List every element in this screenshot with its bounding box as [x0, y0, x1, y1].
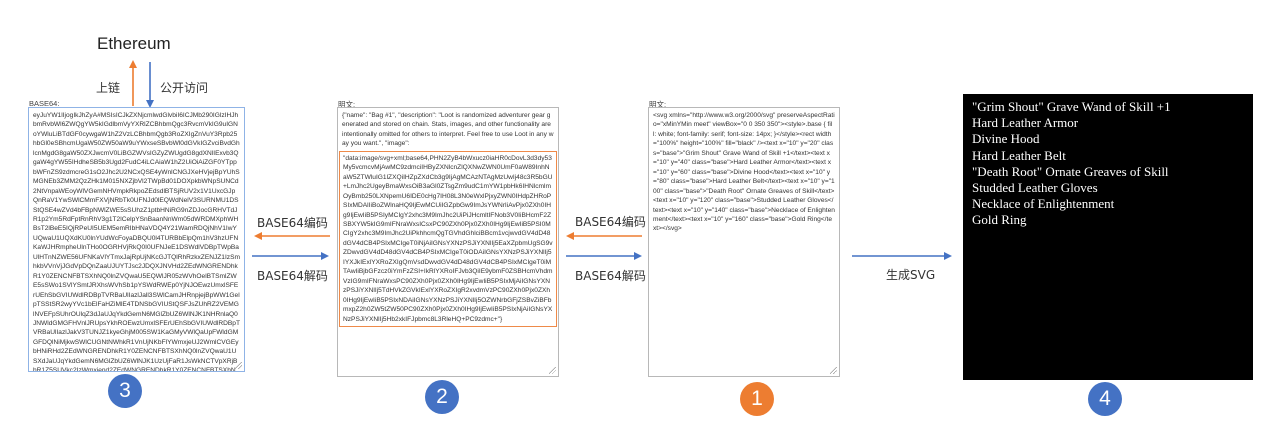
ethereum-title: Ethereum: [97, 34, 171, 53]
rendered-svg-panel: "Grim Shout" Grave Wand of Skill +1 Hard…: [963, 94, 1253, 380]
base64-textarea[interactable]: eyJuYW1lIjogIkJhZyA#MSIsICJkZXNjcmlwdGlv…: [28, 107, 245, 372]
svg-textarea[interactable]: <svg xmlns="http://www.w3.org/2000/svg" …: [648, 107, 840, 377]
resize-handle-icon[interactable]: [549, 367, 556, 374]
base64-content: eyJuYW1lIjogIkJhZyA#MSIsICJkZXNjcmlwdGlv…: [33, 112, 240, 372]
json-plain-text: {"name": "Bag #1", "description": "Loot …: [342, 112, 554, 148]
resize-handle-icon[interactable]: [235, 362, 242, 369]
upload-label: 上链: [96, 81, 121, 95]
json-textarea[interactable]: {"name": "Bag #1", "description": "Loot …: [337, 107, 559, 377]
image-data-highlight: "data:image/svg+xml;base64,PHN2ZyB4bWxuc…: [339, 150, 557, 327]
loot-item: Studded Leather Gloves: [972, 180, 1098, 196]
loot-item: Necklace of Enlightenment: [972, 196, 1115, 212]
svg-source-text: <svg xmlns="http://www.w3.org/2000/svg" …: [653, 112, 835, 233]
step-4-badge: 4: [1088, 382, 1122, 416]
decode-label-right: BASE64解码: [575, 269, 646, 283]
loot-item: Divine Hood: [972, 131, 1040, 147]
public-access-label: 公开访问: [160, 81, 209, 95]
encode-label-right: BASE64编码: [575, 215, 646, 229]
decode-label-left: BASE64解码: [257, 269, 328, 283]
encode-label-left: BASE64编码: [257, 216, 328, 230]
loot-item: "Grim Shout" Grave Wand of Skill +1: [972, 99, 1171, 114]
loot-item: Gold Ring: [972, 212, 1027, 228]
loot-item: Hard Leather Armor: [972, 115, 1079, 131]
step-2-badge: 2: [425, 380, 459, 414]
loot-item: "Death Root" Ornate Greaves of Skill: [972, 163, 1169, 179]
render-svg-label: 生成SVG: [886, 268, 936, 282]
loot-item: Hard Leather Belt: [972, 147, 1066, 163]
step-3-badge: 3: [108, 374, 142, 408]
step-1-badge: 1: [740, 382, 774, 416]
resize-handle-icon[interactable]: [830, 367, 837, 374]
